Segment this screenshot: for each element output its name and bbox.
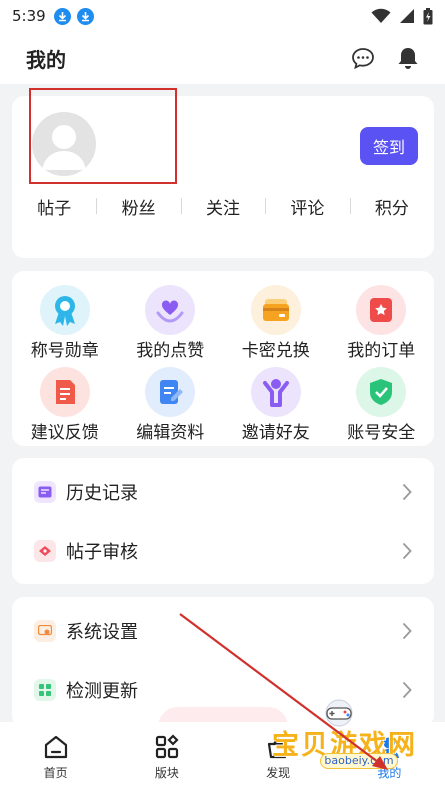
settings-icon [34, 620, 56, 642]
tab-home[interactable]: 首页 [0, 722, 111, 791]
list-label: 系统设置 [66, 622, 138, 643]
status-bar: 5:39 [0, 0, 445, 32]
history-icon [34, 481, 56, 503]
list-item-settings[interactable]: 系统设置 [12, 607, 434, 655]
list-item-history[interactable]: 历史记录 [12, 468, 434, 516]
edit-icon [145, 367, 196, 417]
grid-label: 账号安全 [347, 423, 416, 443]
order-icon [356, 285, 407, 335]
message-icon[interactable] [351, 47, 375, 69]
grid-item-medal[interactable]: 称号勋章 [12, 285, 118, 361]
heart-hand-icon [145, 285, 196, 335]
grid-label: 称号勋章 [30, 341, 99, 361]
stat-following[interactable]: 关注 [180, 194, 265, 219]
invite-icon [250, 367, 301, 417]
review-icon [34, 540, 56, 562]
status-time: 5:39 [12, 7, 46, 25]
grid-item-orders[interactable]: 我的订单 [329, 285, 435, 361]
stats-row: 帖子 粉丝 关注 评论 积分 [12, 194, 434, 219]
grid-label: 建议反馈 [30, 423, 99, 443]
profile-card: 签到 帖子 粉丝 关注 评论 积分 [12, 88, 434, 258]
stat-posts[interactable]: 帖子 [12, 194, 96, 219]
chevron-right-icon [402, 483, 412, 501]
grid-label: 我的订单 [347, 341, 416, 361]
shield-icon [356, 367, 407, 417]
feedback-icon [39, 367, 90, 417]
function-grid: 称号勋章 我的点赞 卡密兑换 我的订单 建议反馈 编辑资料 邀请好友 账号安全 [12, 285, 434, 443]
function-grid-card: 称号勋章 我的点赞 卡密兑换 我的订单 建议反馈 编辑资料 邀请好友 账号安全 [12, 271, 434, 446]
chevron-right-icon [402, 622, 412, 640]
download-icon [76, 7, 94, 25]
grid-item-card-redeem[interactable]: 卡密兑换 [223, 285, 329, 361]
watermark-logo: 宝贝游戏网 baobeiy.com [268, 699, 418, 779]
battery-icon [423, 7, 433, 24]
card-icon [250, 285, 301, 335]
home-icon [44, 735, 67, 759]
tab-sections[interactable]: 版块 [111, 722, 222, 791]
list-label: 历史记录 [66, 483, 138, 504]
grid-item-likes[interactable]: 我的点赞 [118, 285, 224, 361]
download-icon [53, 7, 71, 25]
grid-item-feedback[interactable]: 建议反馈 [12, 367, 118, 443]
page-header: 我的 [0, 32, 445, 84]
bell-icon[interactable] [397, 46, 419, 70]
update-icon [34, 679, 56, 701]
checkin-button[interactable]: 签到 [360, 127, 418, 165]
wifi-icon [371, 8, 391, 23]
tab-label: 首页 [43, 766, 68, 780]
stat-points[interactable]: 积分 [349, 194, 434, 219]
grid-label: 卡密兑换 [241, 341, 310, 361]
list-label: 检测更新 [66, 681, 138, 702]
chevron-right-icon [402, 681, 412, 699]
grid-label: 我的点赞 [136, 341, 205, 361]
list-label: 帖子审核 [66, 542, 138, 563]
grid-icon [155, 734, 179, 759]
medal-icon [39, 285, 90, 335]
stat-fans[interactable]: 粉丝 [96, 194, 180, 219]
grid-label: 邀请好友 [241, 423, 310, 443]
grid-item-edit-profile[interactable]: 编辑资料 [118, 367, 224, 443]
page-title: 我的 [26, 47, 66, 72]
avatar[interactable] [32, 112, 96, 176]
tab-label: 版块 [154, 766, 179, 780]
signal-icon [400, 9, 414, 23]
stat-comments[interactable]: 评论 [265, 194, 349, 219]
watermark-url: baobeiy.com [320, 753, 398, 769]
grid-item-security[interactable]: 账号安全 [329, 367, 435, 443]
chevron-right-icon [402, 542, 412, 560]
grid-label: 编辑资料 [136, 423, 205, 443]
list-item-review[interactable]: 帖子审核 [12, 527, 434, 575]
grid-item-invite[interactable]: 邀请好友 [223, 367, 329, 443]
list-card-history: 历史记录 帖子审核 [12, 458, 434, 584]
